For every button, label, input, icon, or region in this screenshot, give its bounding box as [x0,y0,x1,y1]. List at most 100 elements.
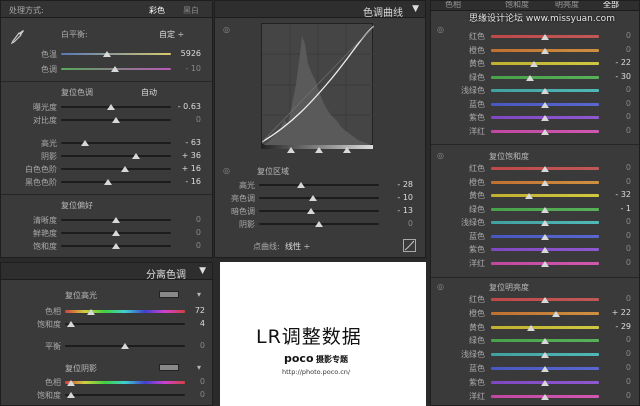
auto-button[interactable]: 自动 [141,87,157,98]
split-sat-thumb[interactable] [67,321,75,327]
split-point-1[interactable] [287,147,295,153]
sat-row-slider[interactable] [491,179,599,186]
lum-row-slider[interactable] [491,393,599,400]
tab-hue[interactable]: 色相 [445,1,461,10]
lum-row-slider[interactable] [491,338,599,345]
shadows-slider[interactable] [61,153,171,159]
sat-row-slider[interactable] [491,193,599,199]
lum-row-value[interactable]: 0 [601,335,631,344]
exposure-slider[interactable] [61,104,171,110]
hue-row-value[interactable]: 0 [601,45,631,54]
sat-row-value[interactable]: - 32 [601,190,631,199]
curve-lights-thumb[interactable] [309,195,317,201]
blacks-thumb[interactable] [104,179,112,185]
hue-row-value[interactable]: 0 [601,31,631,40]
balance-slider[interactable] [65,343,185,349]
collapse-triangle-icon[interactable]: ▼ [412,4,419,14]
curve-shadows-thumb[interactable] [315,221,323,227]
hue-row-value[interactable]: 0 [601,99,631,108]
exposure-value[interactable]: - 0.63 [169,102,201,111]
lum-row-thumb[interactable] [541,379,549,386]
hue-row-slider[interactable] [491,34,599,40]
lum-row-value[interactable]: - 29 [601,322,631,331]
sat-row-value[interactable]: 0 [601,163,631,172]
lum-row-value[interactable]: 0 [601,363,631,372]
sat-row-slider[interactable] [491,220,599,226]
lum-row-thumb[interactable] [541,352,549,359]
sat-row-thumb[interactable] [541,247,549,253]
sat-row-slider[interactable] [491,206,599,213]
sat-row-thumb[interactable] [541,233,549,240]
hue-row-thumb[interactable] [541,128,549,135]
eyedropper-icon[interactable] [10,29,25,45]
sat-row-thumb[interactable] [540,206,549,213]
hue-row-slider[interactable] [491,61,599,67]
curve-shadows-value[interactable]: 0 [383,219,413,228]
tint-value[interactable]: - 10 [171,64,201,73]
lum-row-slider[interactable] [491,352,599,359]
sat-row-value[interactable]: 0 [601,217,631,226]
lum-row-thumb[interactable] [526,324,535,331]
sat-row-thumb[interactable] [541,260,549,267]
contrast-thumb[interactable] [112,117,120,123]
clarity-slider[interactable] [61,217,171,223]
vibrance-value[interactable]: 0 [169,228,201,237]
sat-row-thumb[interactable] [541,220,549,226]
curve-lights-slider[interactable] [259,195,379,201]
sat-row-thumb[interactable] [541,166,549,172]
tint-slider[interactable] [61,66,171,72]
lum-row-slider[interactable] [491,379,599,386]
balance-thumb[interactable] [121,343,129,349]
sat-target-icon[interactable]: ◎ [437,151,444,160]
shadow-eyedropper-icon[interactable]: ▾ [197,363,201,372]
lum-row-value[interactable]: 0 [601,377,631,386]
whites-thumb[interactable] [121,166,129,172]
curve-darks-thumb[interactable] [307,208,315,214]
lum-row-thumb[interactable] [541,297,549,303]
wb-select[interactable]: 自定 ÷ [159,29,184,40]
split-header[interactable]: 分离色调 ▼ [1,263,212,281]
hue-row-slider[interactable] [491,74,599,81]
hue-row-value[interactable]: 0 [601,85,631,94]
split-sh-hue-slider[interactable] [65,380,185,386]
vibrance-slider[interactable] [61,230,171,236]
tab-luminance[interactable]: 明亮度 [555,1,579,10]
sat-row-slider[interactable] [491,247,599,253]
lum-row-thumb[interactable] [541,393,549,400]
lum-row-thumb[interactable] [541,366,549,372]
balance-value[interactable]: 0 [179,341,205,350]
clarity-value[interactable]: 0 [169,215,201,224]
lum-row-slider[interactable] [491,310,599,317]
split-sh-hue-thumb[interactable] [67,380,75,386]
split-sh-sat-value[interactable]: 0 [179,390,205,399]
lum-row-slider[interactable] [491,324,599,331]
hue-row-slider[interactable] [491,47,599,54]
split-hue-slider[interactable] [65,309,185,315]
whites-value[interactable]: + 16 [169,164,201,173]
tint-slider-thumb[interactable] [111,66,119,72]
blacks-slider[interactable] [61,179,171,185]
sat-row-slider[interactable] [491,166,599,172]
region-target-icon[interactable]: ◎ [223,166,230,175]
region-title[interactable]: 复位区域 [257,166,289,177]
shadow-color-swatch[interactable] [159,364,179,371]
split-point-3[interactable] [343,147,351,153]
split-collapse-icon[interactable]: ▼ [199,266,206,276]
highlight-color-swatch[interactable] [159,291,179,298]
temp-slider-thumb[interactable] [103,51,111,57]
sat-row-value[interactable]: 0 [601,177,631,186]
curve-darks-slider[interactable] [259,208,379,214]
curve-highlights-thumb[interactable] [297,182,305,188]
hue-row-thumb[interactable] [541,34,549,40]
split-point-2[interactable] [315,147,323,153]
split-hue-value[interactable]: 72 [179,306,205,315]
lum-row-value[interactable]: + 22 [601,308,631,317]
saturation-slider[interactable] [61,243,171,249]
hue-row-value[interactable]: - 22 [601,58,631,67]
tone-title[interactable]: 复位色调 [61,87,93,98]
temp-value[interactable]: 5926 [171,49,201,58]
highlights-thumb[interactable] [81,140,89,146]
hue-row-slider[interactable] [491,115,599,121]
sat-row-value[interactable]: 0 [601,244,631,253]
lum-row-value[interactable]: 0 [601,294,631,303]
